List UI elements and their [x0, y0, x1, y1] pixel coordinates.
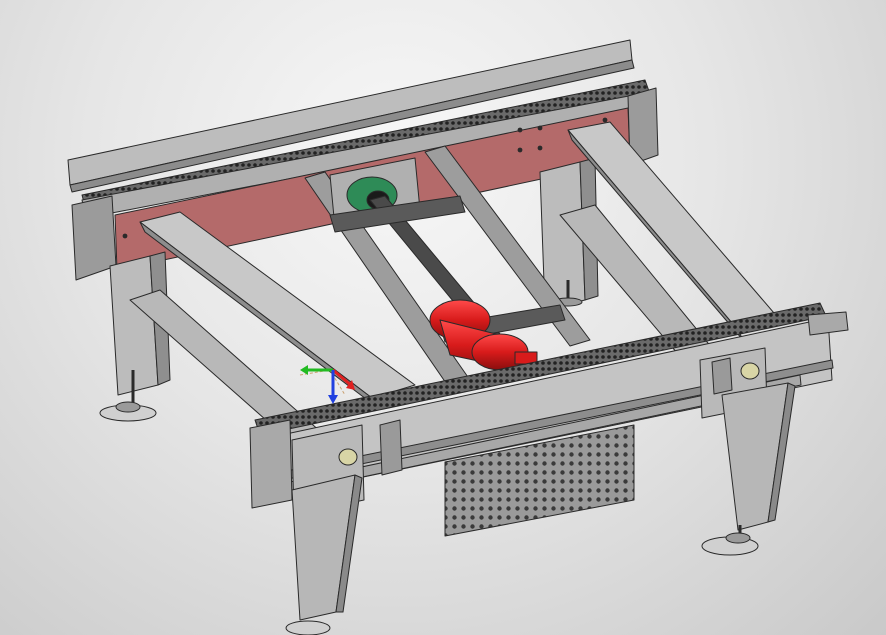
cad-3d-viewport[interactable] [0, 0, 886, 635]
front-left-foot [285, 620, 331, 635]
front-left-end-cap [249, 419, 293, 509]
front-right-foot [701, 525, 759, 556]
front-right-end-cap [807, 311, 849, 336]
cross-beam-left [139, 211, 416, 399]
back-left-end-cap [71, 195, 117, 281]
conveyor-model-render[interactable] [0, 0, 886, 635]
